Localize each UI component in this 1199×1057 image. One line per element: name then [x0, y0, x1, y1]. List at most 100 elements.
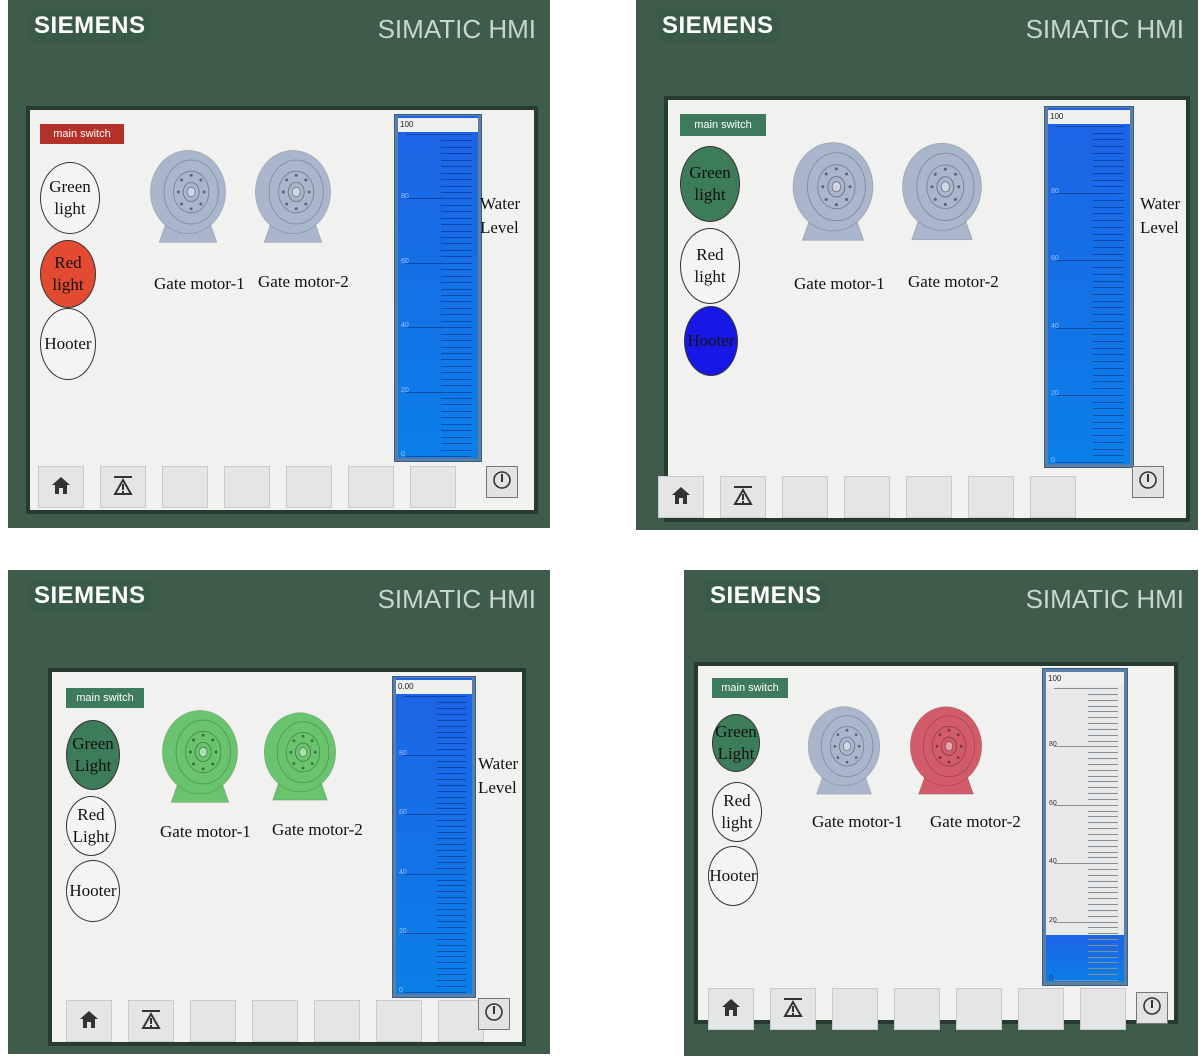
tank-tick	[404, 992, 466, 993]
tank-tick	[441, 204, 472, 206]
gate-motor-2-label: Gate motor-2	[272, 820, 363, 839]
tank-tick	[1087, 717, 1118, 719]
gate-motor-2-icon	[900, 140, 984, 242]
gate-motor-1-icon	[160, 706, 240, 806]
alarm-icon	[140, 1008, 162, 1035]
function-key-4[interactable]	[894, 988, 940, 1030]
tank-tick	[441, 288, 472, 290]
main-switch-button[interactable]: main switch	[40, 124, 124, 144]
tank-tick	[1056, 394, 1124, 396]
tank-tick	[436, 849, 466, 851]
tank-tick	[1087, 892, 1118, 894]
tank-tick	[1087, 763, 1118, 765]
tank-tick	[1092, 307, 1124, 309]
function-key-7[interactable]	[1030, 476, 1076, 518]
main-switch-button[interactable]: main switch	[680, 114, 766, 136]
tank-tick	[436, 956, 466, 958]
home-icon	[670, 484, 692, 511]
main-switch-button[interactable]: main switch	[66, 688, 144, 708]
function-key-3[interactable]	[190, 1000, 236, 1042]
tank-tick	[1092, 186, 1124, 188]
power-icon	[1141, 995, 1163, 1022]
tank-tick	[1087, 787, 1118, 789]
tank-tick	[1092, 233, 1124, 235]
tank-tick-label: 40	[1049, 858, 1057, 866]
tank-tick	[404, 873, 466, 875]
tank-tick	[1054, 804, 1118, 806]
function-key-3[interactable]	[782, 476, 828, 518]
function-key-4[interactable]	[844, 476, 890, 518]
tank-tick	[1092, 220, 1124, 222]
home-button[interactable]	[708, 988, 754, 1030]
tank-tick	[1092, 428, 1124, 430]
home-button[interactable]	[38, 466, 84, 508]
tank-tick	[1087, 781, 1118, 783]
function-key-3[interactable]	[832, 988, 878, 1030]
tank-tick	[1087, 927, 1118, 929]
function-key-3[interactable]	[162, 466, 208, 508]
function-key-7[interactable]	[410, 466, 456, 508]
tank-tick	[1092, 388, 1124, 390]
function-key-6[interactable]	[968, 476, 1014, 518]
function-key-5[interactable]	[956, 988, 1002, 1030]
function-key-4[interactable]	[252, 1000, 298, 1042]
gate-motor-1-icon	[806, 700, 882, 800]
gate-motor-2-icon	[262, 706, 338, 806]
tank-tick	[436, 885, 466, 887]
power-button[interactable]	[1136, 992, 1168, 1024]
tank-tick	[1092, 294, 1124, 295]
alarm-button[interactable]	[128, 1000, 174, 1042]
main-switch-button[interactable]: main switch	[712, 678, 788, 698]
tank-tick	[441, 211, 472, 213]
gate-motor-2-icon	[252, 148, 334, 244]
tank-tick	[1092, 314, 1124, 316]
function-key-5[interactable]	[906, 476, 952, 518]
alarm-button[interactable]	[100, 466, 146, 508]
tank-tick	[1087, 740, 1118, 742]
function-key-5[interactable]	[314, 1000, 360, 1042]
function-key-7[interactable]	[1080, 988, 1126, 1030]
tank-tick	[441, 224, 472, 226]
water-level-label-line: Water	[1140, 194, 1181, 213]
tank-tick	[1087, 834, 1118, 835]
power-button[interactable]	[478, 998, 510, 1030]
power-button[interactable]	[1132, 466, 1164, 498]
tank-tick	[1087, 909, 1118, 911]
tank-tick-label: 80	[1051, 188, 1059, 196]
tank-tick	[1087, 904, 1118, 906]
tank-tick	[1087, 933, 1118, 935]
gate-motor-2-label: Gate motor-2	[258, 272, 349, 291]
tank-tick	[436, 844, 466, 845]
tank-tick	[436, 938, 466, 940]
home-button[interactable]	[66, 1000, 112, 1042]
tank-tick	[1087, 728, 1118, 730]
tank-tick	[1087, 880, 1118, 882]
function-key-4[interactable]	[224, 466, 270, 508]
green-light-indicator: Green Light	[66, 720, 120, 790]
home-button[interactable]	[658, 476, 704, 518]
power-button[interactable]	[486, 466, 518, 498]
tank-tick	[1087, 810, 1118, 812]
tank-tick	[441, 436, 472, 438]
function-key-5[interactable]	[286, 466, 332, 508]
tank-tick	[1087, 950, 1118, 952]
tank-tick	[436, 737, 466, 739]
tank-tick	[1087, 699, 1118, 701]
gate-motor-1-icon	[790, 140, 876, 242]
gate-motor-1-label: Gate motor-1	[794, 274, 885, 293]
tank-tick	[1087, 693, 1118, 695]
alarm-button[interactable]	[720, 476, 766, 518]
alarm-button[interactable]	[770, 988, 816, 1030]
tank-tick	[436, 944, 466, 946]
tank-tick	[1092, 381, 1124, 383]
tank-tick	[1092, 320, 1124, 322]
tank-tick	[441, 191, 472, 193]
function-key-6[interactable]	[376, 1000, 422, 1042]
function-key-6[interactable]	[1018, 988, 1064, 1030]
tank-scale: 80 60 40 20 0	[398, 118, 478, 458]
hooter-indicator: Hooter	[708, 846, 758, 906]
water-level-gauge: 80 60 40 20 0 100	[1042, 668, 1128, 986]
green-light-indicator: Green Light	[712, 714, 760, 772]
function-key-6[interactable]	[348, 466, 394, 508]
tank-tick	[441, 443, 472, 445]
